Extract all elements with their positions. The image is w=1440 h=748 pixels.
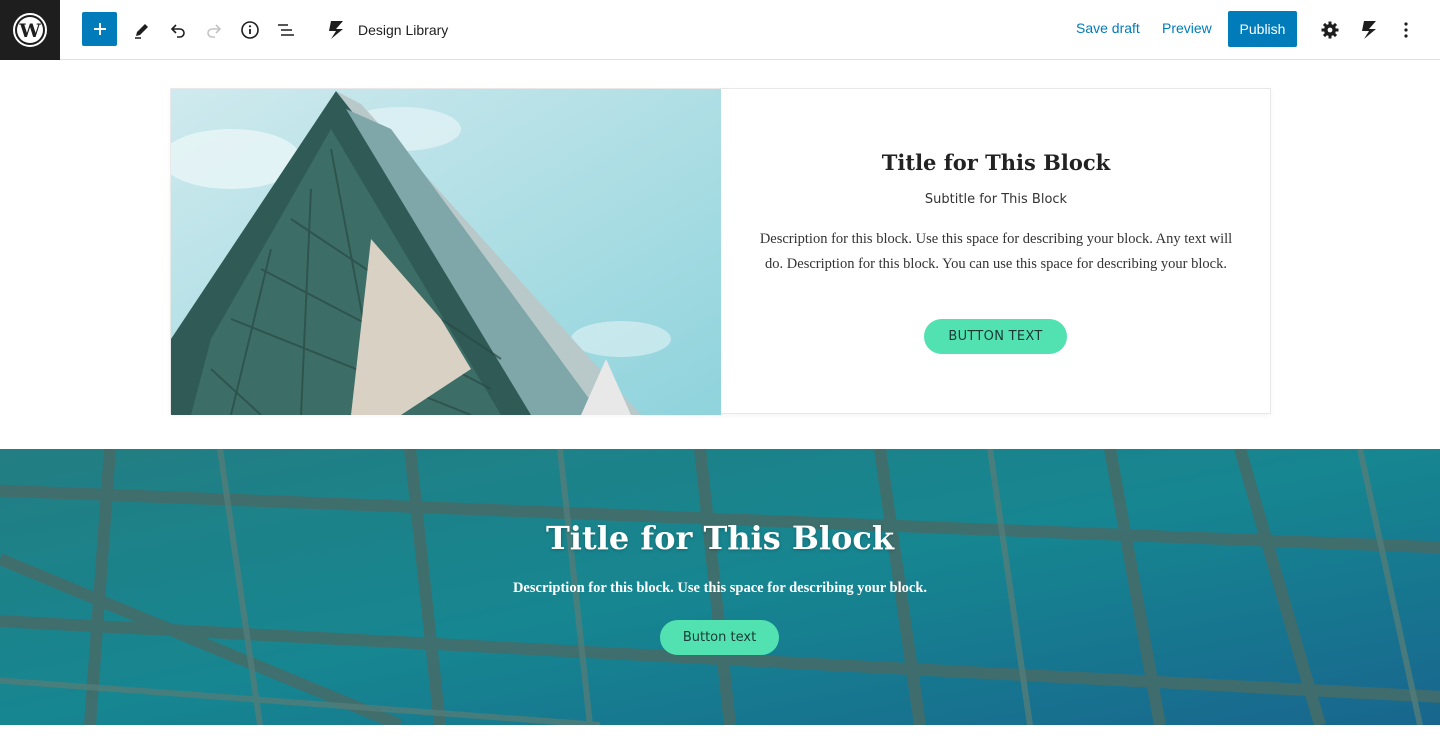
stackable-icon [1362,21,1376,39]
stackable-settings-button[interactable] [1352,12,1388,48]
block-description[interactable]: Description for this block. Use this spa… [755,227,1237,277]
tools-button[interactable] [124,12,160,48]
feature-block[interactable]: Title for This Block Subtitle for This B… [170,88,1271,415]
pencil-icon [135,24,148,39]
add-block-button[interactable] [82,12,117,46]
list-view-icon [278,24,294,36]
info-icon [241,21,259,39]
undo-button[interactable] [160,12,196,48]
details-button[interactable] [232,12,268,48]
wordpress-logo-icon[interactable]: W [0,0,60,60]
editor-toolbar: W Design Library Save draft Preview Publ… [0,0,1440,60]
block-subtitle[interactable]: Subtitle for This Block [721,192,1271,207]
options-button[interactable] [1388,12,1424,48]
hero-button[interactable]: Button text [660,620,779,655]
hero-description[interactable]: Description for this block. Use this spa… [0,580,1440,597]
redo-button[interactable] [196,12,232,48]
undo-icon [170,24,185,38]
save-draft-button[interactable]: Save draft [1076,20,1140,36]
svg-text:W: W [18,20,41,42]
publish-button[interactable]: Publish [1228,11,1297,47]
preview-button[interactable]: Preview [1162,20,1212,36]
hero-block[interactable]: Title for This Block Description for thi… [0,449,1440,725]
list-view-button[interactable] [268,12,304,48]
redo-icon [207,24,222,38]
gear-icon [1321,21,1339,39]
building-image[interactable] [171,89,721,415]
design-library-label: Design Library [358,22,449,38]
stackable-icon [329,21,343,39]
design-library-button[interactable]: Design Library [326,18,448,42]
block-button[interactable]: BUTTON TEXT [924,319,1067,354]
more-vertical-icon [1404,22,1408,38]
hero-title[interactable]: Title for This Block [0,519,1440,557]
feature-content: Title for This Block Subtitle for This B… [721,89,1271,415]
settings-button[interactable] [1312,12,1348,48]
plus-icon [93,23,106,35]
block-title[interactable]: Title for This Block [721,150,1271,175]
